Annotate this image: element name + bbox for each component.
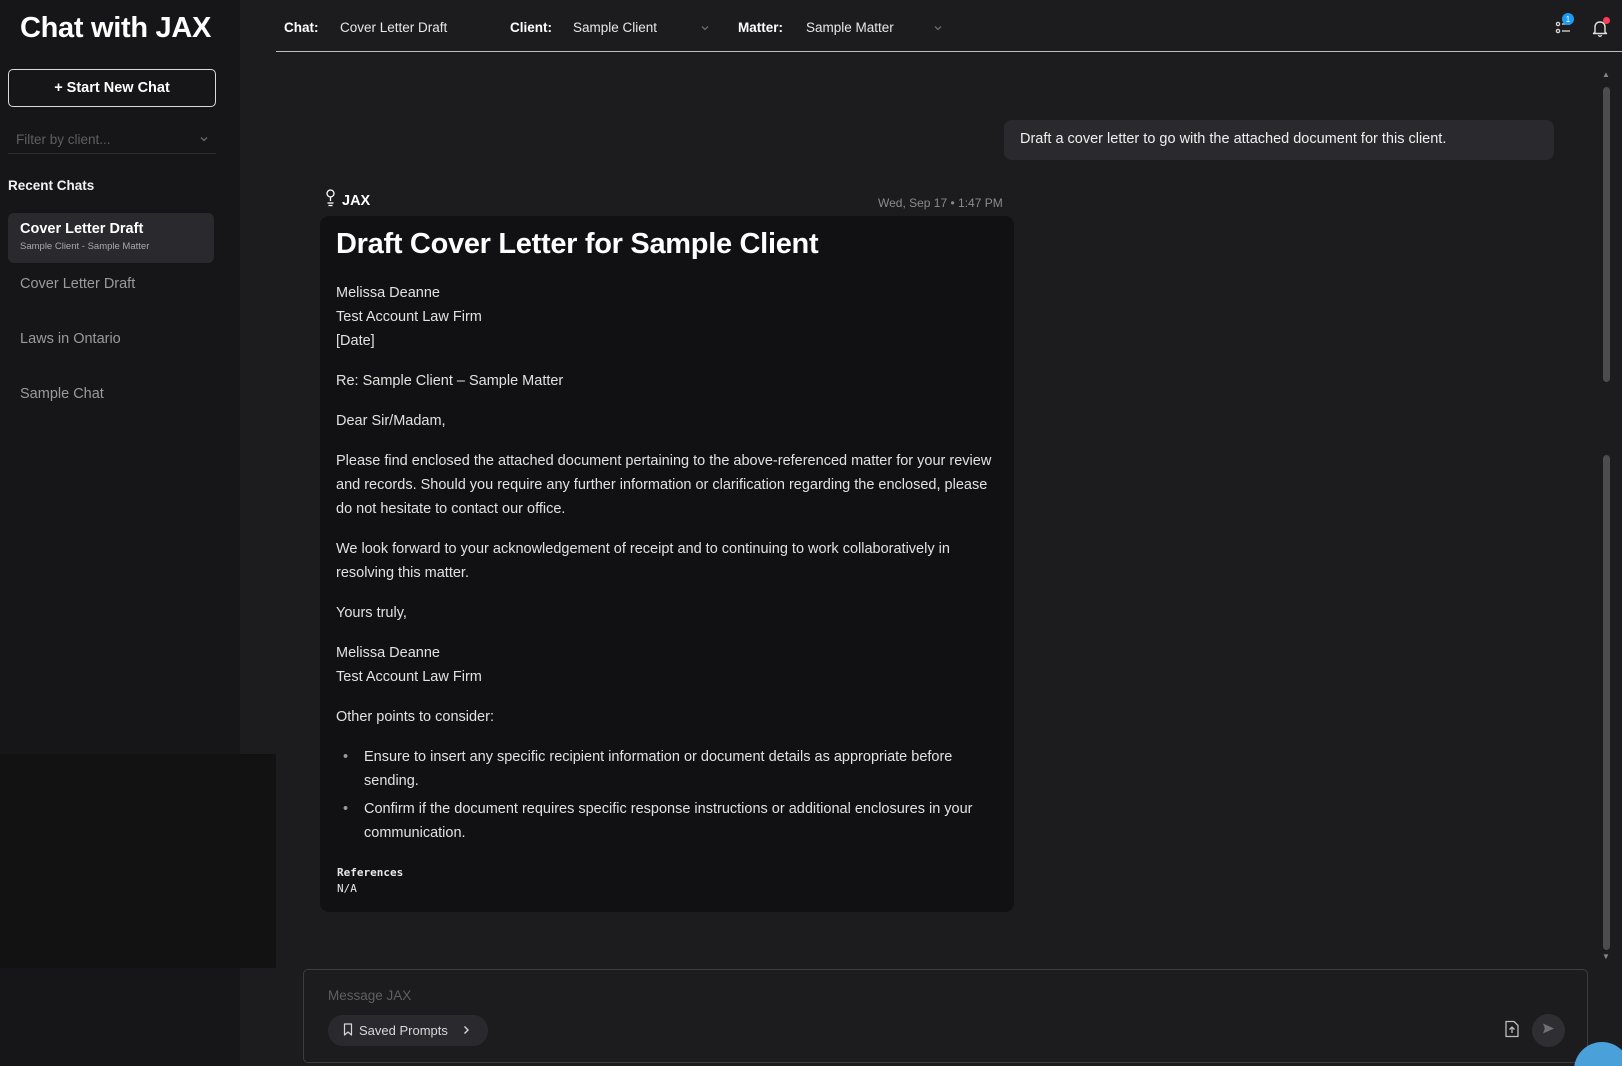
signature-name: Melissa Deanne xyxy=(336,644,440,661)
recent-chats-heading: Recent Chats xyxy=(8,178,95,193)
references-value: N/A xyxy=(337,881,357,895)
other-points-label: Other points to consider: xyxy=(336,708,494,725)
chevron-down-icon[interactable] xyxy=(699,21,711,39)
chat-item-subtitle: Sample Client - Sample Matter xyxy=(20,241,150,252)
assistant-header: JAX xyxy=(325,189,370,212)
response-heading: Draft Cover Letter for Sample Client xyxy=(336,228,819,260)
recent-chat-item[interactable]: Cover Letter Draft xyxy=(8,268,214,300)
attach-file-icon[interactable] xyxy=(1504,1020,1520,1043)
user-message: Draft a cover letter to go with the atta… xyxy=(1004,120,1554,160)
client-filter-input[interactable] xyxy=(16,132,186,147)
body-paragraph-2: We look forward to your acknowledgement … xyxy=(336,540,950,581)
message-input[interactable] xyxy=(328,988,1228,1003)
client-filter[interactable] xyxy=(8,126,216,154)
client-select[interactable]: Sample Client xyxy=(573,20,657,35)
scrollbar-thumb[interactable] xyxy=(1603,455,1610,950)
chat-item-title: Cover Letter Draft xyxy=(20,276,136,292)
app-title: Chat with JAX xyxy=(20,12,212,44)
lightbulb-icon xyxy=(325,189,336,212)
list-item: Ensure to insert any specific recipient … xyxy=(336,745,998,793)
signature-firm: Test Account Law Firm xyxy=(336,668,482,685)
re-line: Re: Sample Client – Sample Matter xyxy=(336,372,564,389)
references-label: References xyxy=(337,865,404,879)
saved-prompts-label: Saved Prompts xyxy=(359,1023,448,1038)
chat-header: Chat: Cover Letter Draft Client: Sample … xyxy=(276,0,1622,52)
saved-prompts-button[interactable]: Saved Prompts xyxy=(328,1015,488,1046)
recent-chat-item[interactable]: Laws in Ontario xyxy=(8,323,214,355)
notification-dot xyxy=(1603,17,1610,24)
body-paragraph-1: Please find enclosed the attached docume… xyxy=(336,452,992,517)
list-item: Confirm if the document requires specifi… xyxy=(336,797,998,845)
signature-block: Melissa Deanne Test Account Law Firm xyxy=(336,641,998,689)
other-points-list: Ensure to insert any specific recipient … xyxy=(336,745,998,845)
chat-item-title: Laws in Ontario xyxy=(20,331,121,347)
assistant-message-card: Draft Cover Letter for Sample Client Mel… xyxy=(320,216,1014,912)
scrollbar-thumb[interactable] xyxy=(1603,87,1610,382)
chat-label: Chat: xyxy=(284,20,319,35)
chat-item-title: Sample Chat xyxy=(20,386,104,402)
chat-title-value[interactable]: Cover Letter Draft xyxy=(340,20,447,35)
start-new-chat-button[interactable]: + Start New Chat xyxy=(8,69,216,107)
message-composer: Saved Prompts xyxy=(303,969,1588,1063)
sidebar-lower-panel xyxy=(0,754,276,968)
scroll-down-arrow-icon[interactable]: ▼ xyxy=(1602,952,1610,961)
tasks-count-badge: 1 xyxy=(1562,13,1574,25)
assistant-name: JAX xyxy=(342,192,371,209)
sender-firm: Test Account Law Firm xyxy=(336,308,482,325)
sender-name: Melissa Deanne xyxy=(336,284,440,301)
sender-block: Melissa Deanne Test Account Law Firm [Da… xyxy=(336,281,998,353)
salutation: Dear Sir/Madam, xyxy=(336,412,446,429)
closing: Yours truly, xyxy=(336,604,407,621)
recent-chat-item-active[interactable]: Cover Letter Draft Sample Client - Sampl… xyxy=(8,213,214,263)
sender-date: [Date] xyxy=(336,332,375,349)
client-label: Client: xyxy=(510,20,552,35)
scroll-up-arrow-icon[interactable]: ▲ xyxy=(1602,70,1610,79)
chevron-down-icon xyxy=(198,132,210,150)
chevron-down-icon[interactable] xyxy=(932,21,944,39)
send-button[interactable] xyxy=(1532,1014,1565,1047)
message-timestamp: Wed, Sep 17 • 1:47 PM xyxy=(878,196,1003,210)
send-icon xyxy=(1542,1022,1555,1040)
matter-label: Matter: xyxy=(738,20,784,35)
references-block: References N/A xyxy=(336,865,998,897)
chat-item-title: Cover Letter Draft xyxy=(20,221,144,237)
matter-select[interactable]: Sample Matter xyxy=(806,20,894,35)
chevron-right-icon xyxy=(462,1023,470,1038)
bookmark-icon xyxy=(343,1022,353,1039)
recent-chat-item[interactable]: Sample Chat xyxy=(8,378,214,410)
